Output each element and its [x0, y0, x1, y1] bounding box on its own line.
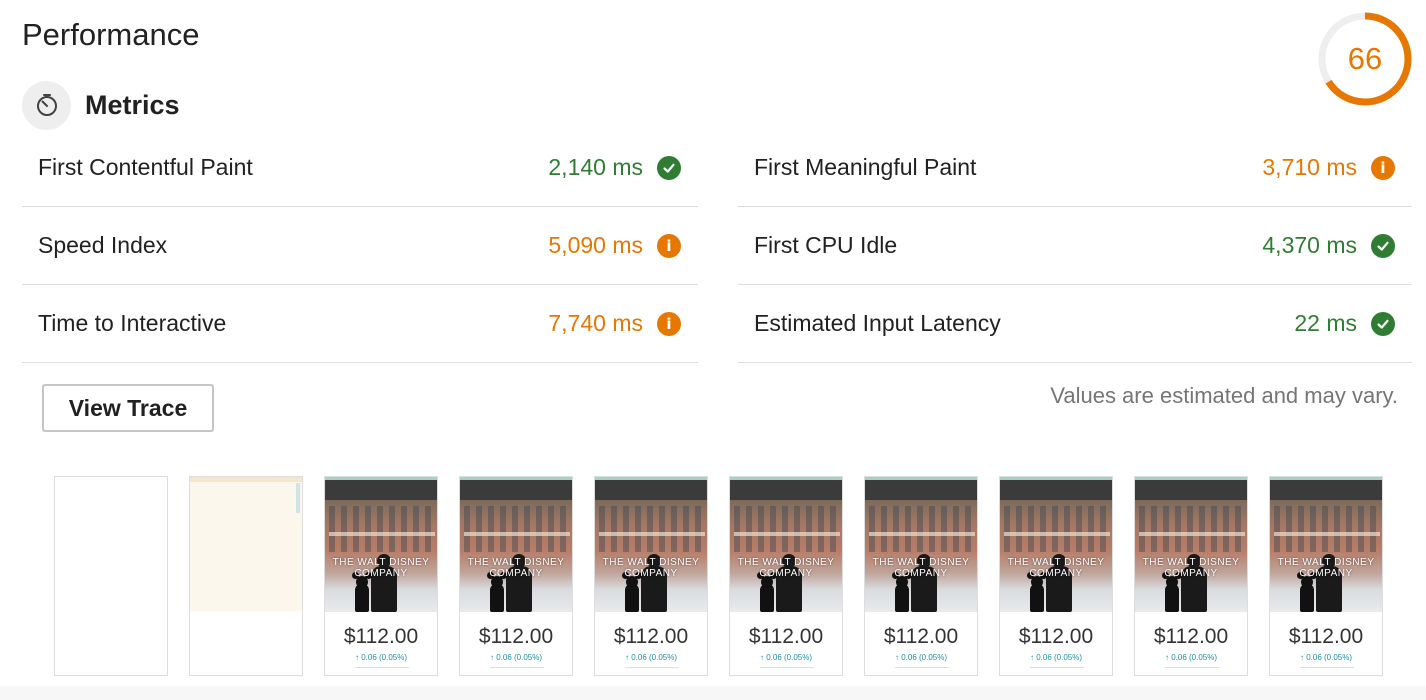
filmstrip-frame: [54, 476, 168, 676]
check-circle-icon: [1371, 311, 1395, 336]
score-value: 66: [1347, 41, 1383, 76]
frame-change: ↑ 0.06 (0.05%): [624, 653, 678, 662]
filmstrip: THE WALT DISNEY COMPANY $112.00 ↑ 0.06 (0.…: [54, 476, 1384, 676]
filmstrip-frame: THE WALT DISNEY COMPANY $112.00 ↑ 0.06 (0.…: [729, 476, 843, 676]
metric-label: Estimated Input Latency: [754, 310, 1001, 336]
frame-price: $112.00: [343, 625, 419, 648]
filmstrip-frame: THE WALT DISNEY COMPANY $112.00 ↑ 0.06 (0.…: [324, 476, 438, 676]
metric-label: First Meaningful Paint: [754, 154, 977, 180]
frame-change: ↑ 0.06 (0.05%): [1299, 653, 1353, 662]
frame-change: ↑ 0.06 (0.05%): [759, 653, 813, 662]
frame-change: ↑ 0.06 (0.05%): [1029, 653, 1083, 662]
frame-headline: THE WALT DISNEY COMPANY: [737, 557, 835, 579]
frame-price: $112.00: [1018, 625, 1094, 648]
filmstrip-frame: THE WALT DISNEY COMPANY $112.00 ↑ 0.06 (0.…: [864, 476, 978, 676]
metrics-title: Metrics: [85, 89, 180, 120]
frame-change: ↑ 0.06 (0.05%): [489, 653, 543, 662]
frame-price: $112.00: [1288, 625, 1364, 648]
metric-row: First Meaningful Paint 3,710 ms i: [738, 129, 1412, 207]
filmstrip-frame: THE WALT DISNEY COMPANY $112.00 ↑ 0.06 (0.…: [459, 476, 573, 676]
filmstrip-frame: THE WALT DISNEY COMPANY $112.00 ↑ 0.06 (0.…: [999, 476, 1113, 676]
filmstrip-frame: THE WALT DISNEY COMPANY $112.00 ↑ 0.06 (0.…: [1134, 476, 1248, 676]
frame-headline: THE WALT DISNEY COMPANY: [602, 557, 700, 579]
frame-price: $112.00: [478, 625, 554, 648]
metric-row: Speed Index 5,090 ms i: [22, 207, 698, 285]
metrics-header: Metrics: [22, 80, 180, 130]
metric-value: 5,090 ms: [548, 232, 643, 258]
frame-headline: THE WALT DISNEY COMPANY: [1007, 557, 1105, 579]
stopwatch-icon: [22, 80, 71, 130]
info-circle-icon: i: [657, 233, 681, 258]
filmstrip-frame: [189, 476, 303, 676]
metric-label: Time to Interactive: [38, 310, 227, 336]
metric-value: 3,710 ms: [1262, 154, 1357, 180]
frame-headline: THE WALT DISNEY COMPANY: [1142, 557, 1240, 579]
frame-price: $112.00: [1153, 625, 1229, 648]
info-circle-icon: i: [657, 311, 681, 336]
metric-label: First CPU Idle: [754, 232, 898, 258]
frame-headline: THE WALT DISNEY COMPANY: [467, 557, 565, 579]
check-circle-icon: [1371, 233, 1395, 258]
metric-value: 22 ms: [1294, 310, 1357, 336]
frame-price: $112.00: [883, 625, 959, 648]
filmstrip-frame: THE WALT DISNEY COMPANY $112.00 ↑ 0.06 (0.…: [594, 476, 708, 676]
metric-label: First Contentful Paint: [38, 154, 253, 180]
bottom-divider: [0, 686, 1426, 700]
frame-headline: THE WALT DISNEY COMPANY: [1277, 557, 1375, 579]
section-title: Performance: [22, 17, 200, 52]
metric-value: 7,740 ms: [548, 310, 643, 336]
filmstrip-frame: THE WALT DISNEY COMPANY $112.00 ↑ 0.06 (0.…: [1269, 476, 1383, 676]
view-trace-button[interactable]: View Trace: [42, 384, 214, 432]
info-circle-icon: i: [1371, 155, 1395, 180]
frame-change: ↑ 0.06 (0.05%): [894, 653, 948, 662]
check-circle-icon: [657, 155, 681, 180]
frame-price: $112.00: [613, 625, 689, 648]
frame-change: ↑ 0.06 (0.05%): [354, 653, 408, 662]
metric-value: 4,370 ms: [1262, 232, 1357, 258]
metric-row: First CPU Idle 4,370 ms: [738, 207, 1412, 285]
frame-price: $112.00: [748, 625, 824, 648]
frame-headline: THE WALT DISNEY COMPANY: [332, 557, 430, 579]
metric-value: 2,140 ms: [548, 154, 643, 180]
frame-headline: THE WALT DISNEY COMPANY: [872, 557, 970, 579]
metric-label: Speed Index: [38, 232, 168, 258]
metric-row: First Contentful Paint 2,140 ms: [22, 129, 698, 207]
metric-row: Time to Interactive 7,740 ms i: [22, 285, 698, 363]
frame-change: ↑ 0.06 (0.05%): [1164, 653, 1218, 662]
metrics-grid: First Contentful Paint 2,140 ms First Mean…: [22, 129, 1412, 363]
metric-row: Estimated Input Latency 22 ms: [738, 285, 1412, 363]
estimates-disclaimer: Values are estimated and may vary.: [1050, 383, 1398, 408]
performance-score-gauge: 66: [1318, 12, 1412, 106]
